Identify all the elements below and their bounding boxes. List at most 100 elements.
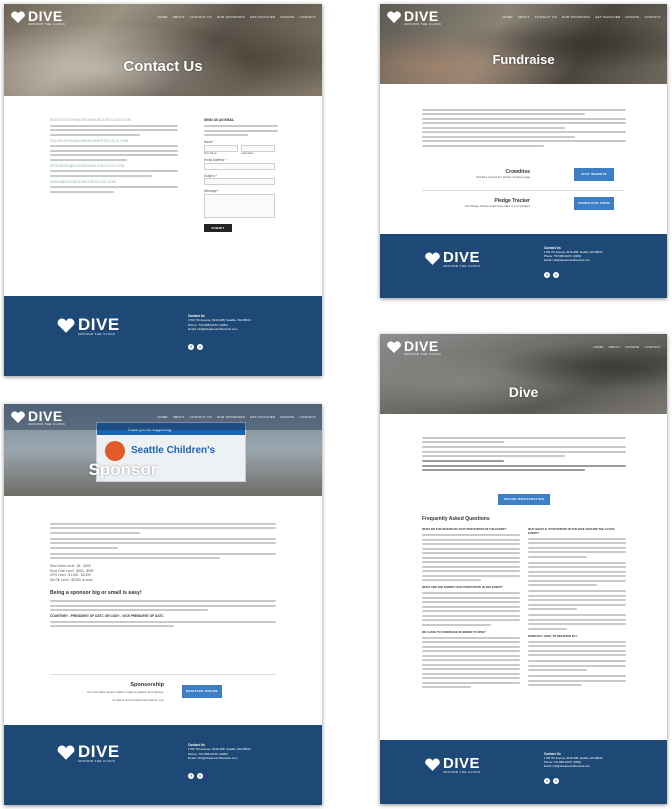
- pledge-tracker-desc: Our Pledge Tracker helps keep track of y…: [464, 204, 530, 209]
- top-nav: DIVE AROUND THE CLOCK HOME ABOUT CONTACT …: [4, 404, 322, 430]
- facebook-icon[interactable]: f: [544, 778, 550, 784]
- sponsorship-text: Our new online system makes it easy to r…: [87, 690, 164, 694]
- nav-sponsors[interactable]: OUR SPONSORS: [217, 415, 245, 419]
- heart-icon: [11, 10, 25, 23]
- sponsorship-title: Sponsorship: [130, 682, 164, 688]
- footer-contact: Contact Us 1700 7th Avenue, #116-268, Se…: [544, 752, 603, 769]
- dive-logo[interactable]: DIVE AROUND THE CLOCK: [10, 9, 65, 26]
- site-footer: DIVE AROUND THE CLOCK Contact Us 1700 7th…: [4, 725, 322, 805]
- email-field[interactable]: [204, 162, 275, 170]
- nav-about[interactable]: ABOUT: [518, 15, 530, 19]
- footer-logo[interactable]: DIVE AROUND THE CLOCK: [56, 743, 120, 763]
- first-name-label: First Name: [204, 151, 217, 155]
- nav-contact[interactable]: CONTACT: [645, 15, 661, 19]
- nav-get-involved[interactable]: GET INVOLVED: [250, 415, 276, 419]
- footer-email[interactable]: Email: info@divearoundtheclock.com: [544, 764, 590, 768]
- faq-question: WHY SHOULD I PARTICIPATE IN THE DIVE ARO…: [528, 527, 615, 535]
- brand-name: DIVE: [78, 742, 120, 761]
- banner-main-text: Seattle Children's: [131, 445, 216, 456]
- facebook-icon[interactable]: f: [188, 344, 194, 350]
- sponsorship-text: Or call us and we will do the work for y…: [112, 697, 164, 702]
- register-online-button[interactable]: REGISTER ONLINE: [182, 685, 222, 698]
- email-link[interactable]: REGISTRATION@DIVEAROUNDTHECLOCK.COM: [50, 118, 178, 122]
- dive-logo[interactable]: DIVE AROUND THE CLOCK: [386, 339, 441, 356]
- brand-tagline: AROUND THE CLOCK: [28, 421, 66, 426]
- top-nav: DIVE AROUND THE CLOCK HOME ABOUT CONTACT …: [380, 4, 667, 30]
- nav-sponsors[interactable]: OUR SPONSORS: [217, 15, 245, 19]
- first-name-field[interactable]: [204, 144, 238, 152]
- sponsor-heading: Being a sponsor big or small is easy!: [50, 590, 142, 597]
- nav-about[interactable]: ABOUT: [173, 415, 185, 419]
- facebook-icon[interactable]: f: [188, 773, 194, 779]
- nav-donate[interactable]: DONATE: [281, 15, 295, 19]
- nav-home[interactable]: HOME: [593, 345, 603, 349]
- brand-tagline: AROUND THE CLOCK: [78, 332, 116, 336]
- dive-logo[interactable]: DIVE AROUND THE CLOCK: [10, 409, 65, 426]
- last-name-field[interactable]: [241, 144, 275, 152]
- nav-contact-us[interactable]: CONTACT US: [190, 415, 212, 419]
- download-form-button[interactable]: DOWNLOAD FORM: [574, 197, 614, 210]
- nav-home[interactable]: HOME: [158, 15, 168, 19]
- submit-button[interactable]: SUBMIT: [204, 224, 232, 233]
- footer-contact: Contact Us 1700 7th Avenue, #116-268, Se…: [188, 743, 251, 760]
- message-field[interactable]: [204, 194, 275, 219]
- subject-field[interactable]: [204, 178, 275, 186]
- footer-email[interactable]: Email: info@divearoundtheclock.com: [188, 327, 237, 331]
- faq-column-left: WHAT DO THE DIVERS DO THAT PARTICIPATE I…: [422, 527, 520, 691]
- nav-contact[interactable]: CONTACT: [645, 345, 661, 349]
- email-link[interactable]: VOLUNTEERS@DIVEAROUNDTHECLOCK.COM: [50, 139, 178, 143]
- nav-contact-us[interactable]: CONTACT US: [535, 15, 557, 19]
- footer-email[interactable]: Email: info@divearoundtheclock.com: [544, 258, 590, 262]
- brand-name: DIVE: [28, 407, 63, 424]
- nav-donate[interactable]: DONATE: [281, 415, 295, 419]
- dive-logo[interactable]: DIVE AROUND THE CLOCK: [386, 9, 441, 26]
- nav-donate[interactable]: DONATE: [626, 345, 640, 349]
- sponsor-page-panel: Thank you for supporting Seattle Childre…: [4, 404, 322, 805]
- crowdrise-desc: Visit Dive Around the Clock's donation p…: [475, 175, 530, 180]
- heart-icon: [57, 318, 75, 333]
- twitter-icon[interactable]: t: [197, 773, 203, 779]
- nav-get-involved[interactable]: GET INVOLVED: [250, 15, 276, 19]
- nav-home[interactable]: HOME: [503, 15, 513, 19]
- faq-question: DO I HAVE TO FUNDRAISE IN ORDER TO DIVE?: [422, 629, 486, 634]
- brand-name: DIVE: [443, 249, 481, 266]
- footer-logo[interactable]: DIVE AROUND THE CLOCK: [424, 250, 480, 268]
- footer-contact: Contact Us 1700 7th Avenue, #116-268, Se…: [544, 246, 603, 263]
- brand-tagline: AROUND THE CLOCK: [443, 770, 481, 774]
- dive-hero: DIVE AROUND THE CLOCK HOME ABOUT DONATE C…: [380, 334, 667, 414]
- page-title: Fundraise: [492, 52, 555, 67]
- twitter-icon[interactable]: t: [553, 778, 559, 784]
- footer-email[interactable]: Email: info@divearoundtheclock.com: [188, 756, 237, 760]
- site-footer: DIVE AROUND THE CLOCK Contact Us 1700 7th…: [4, 296, 322, 376]
- brand-name: DIVE: [78, 315, 120, 334]
- heart-icon: [57, 745, 75, 760]
- contact-form: SEND US AN EMAIL Name * First Name Last N…: [204, 118, 278, 233]
- nav-get-involved[interactable]: GET INVOLVED: [595, 15, 621, 19]
- brand-name: DIVE: [404, 337, 439, 354]
- dive-page-panel: DIVE AROUND THE CLOCK HOME ABOUT DONATE C…: [380, 334, 667, 804]
- nav-sponsors[interactable]: OUR SPONSORS: [562, 15, 590, 19]
- nav-about[interactable]: ABOUT: [609, 345, 621, 349]
- nav-about[interactable]: ABOUT: [173, 15, 185, 19]
- footer-contact: Contact Us 1700 7th Avenue, #116-268, Se…: [188, 314, 251, 331]
- footer-logo[interactable]: DIVE AROUND THE CLOCK: [56, 316, 120, 336]
- nav-home[interactable]: HOME: [158, 415, 168, 419]
- nav-menu: HOME ABOUT CONTACT US OUR SPONSORS GET I…: [158, 415, 316, 419]
- heart-icon: [425, 252, 440, 265]
- twitter-icon[interactable]: t: [197, 344, 203, 350]
- nav-donate[interactable]: DONATE: [626, 15, 640, 19]
- nav-menu: HOME ABOUT CONTACT US OUR SPONSORS GET I…: [503, 15, 661, 19]
- online-registration-button[interactable]: ONLINE REGISTRATION: [498, 494, 550, 505]
- nav-contact[interactable]: CONTACT: [300, 15, 316, 19]
- facebook-icon[interactable]: f: [544, 272, 550, 278]
- email-link[interactable]: SPONSORS@DIVEAROUNDTHECLOCK.COM: [50, 164, 178, 168]
- email-link[interactable]: MEDIA@DIVEAROUNDTHECLOCK.COM: [50, 180, 178, 184]
- nav-contact[interactable]: CONTACT: [300, 415, 316, 419]
- faq-question: WHEN DO I HAVE TO REGISTER BY?: [528, 633, 578, 638]
- top-nav: DIVE AROUND THE CLOCK HOME ABOUT DONATE C…: [380, 334, 667, 360]
- visit-website-button[interactable]: VISIT WEBSITE: [574, 168, 614, 181]
- nav-contact-us[interactable]: CONTACT US: [190, 15, 212, 19]
- twitter-icon[interactable]: t: [553, 272, 559, 278]
- footer-logo[interactable]: DIVE AROUND THE CLOCK: [424, 756, 480, 774]
- page-title: Sponsor: [88, 460, 158, 479]
